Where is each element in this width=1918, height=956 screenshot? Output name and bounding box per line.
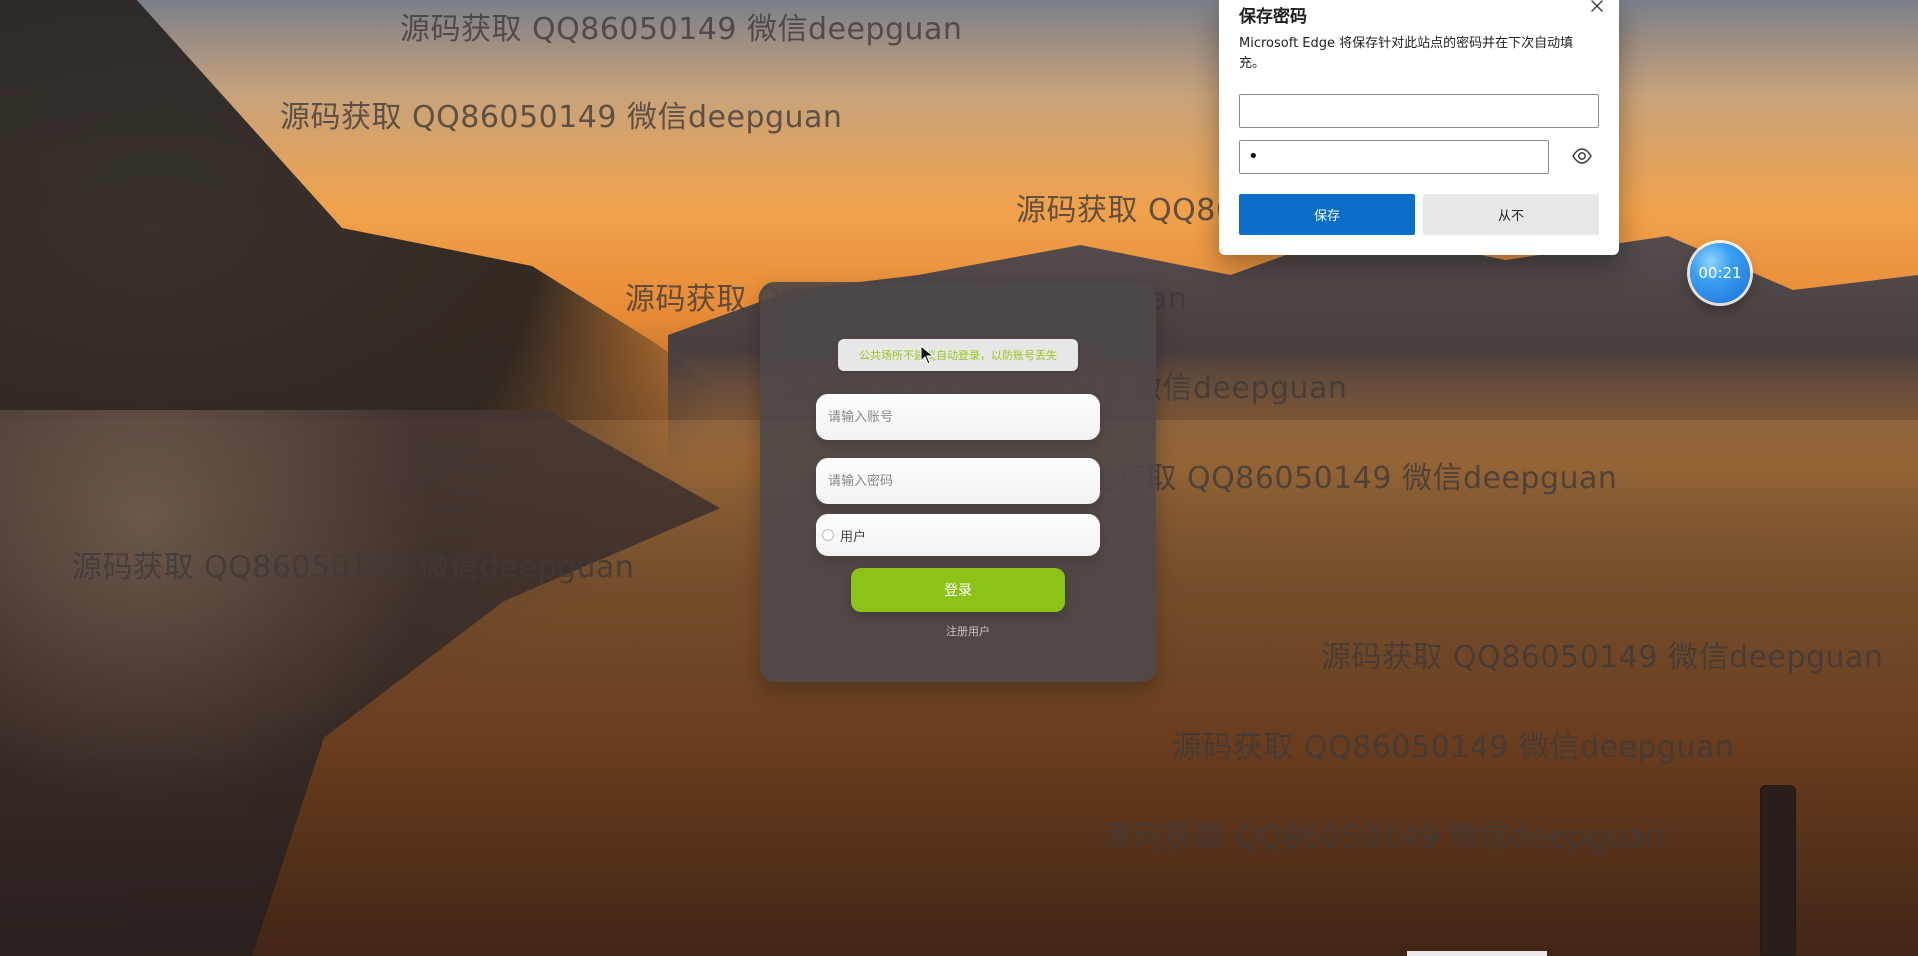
popup-never-label: 从不 [1497, 209, 1524, 224]
popup-save-label: 保存 [1313, 209, 1340, 224]
mouse-cursor-icon [920, 344, 936, 365]
popup-save-button[interactable]: 保存 [1239, 194, 1415, 235]
edge-save-password-popup: 保存密码 Microsoft Edge 将保存针对此站点的密码并在下次自动填充。… [1219, 0, 1619, 255]
login-button[interactable]: 登录 [851, 568, 1065, 612]
eye-icon[interactable] [1571, 145, 1593, 167]
auto-login-notice-text: 公共场所不建议自动登录，以防账号丢失 [859, 349, 1057, 362]
auto-login-notice: 公共场所不建议自动登录，以防账号丢失 [838, 339, 1078, 371]
popup-password-mask: • [1248, 146, 1259, 167]
login-button-label: 登录 [944, 583, 972, 599]
password-input[interactable] [826, 472, 1090, 490]
account-field[interactable] [816, 394, 1100, 440]
popup-username-field[interactable] [1239, 94, 1599, 128]
timer-text: 00:21 [1698, 264, 1742, 282]
popup-description: Microsoft Edge 将保存针对此站点的密码并在下次自动填充。 [1239, 36, 1574, 71]
role-selector[interactable]: 用户 [816, 514, 1100, 556]
role-radio-button[interactable] [822, 529, 834, 541]
register-link-label: 注册用户 [946, 625, 990, 638]
popup-title: 保存密码 [1239, 7, 1307, 27]
popup-never-button[interactable]: 从不 [1423, 194, 1599, 235]
bottom-bar [1407, 951, 1547, 956]
password-field[interactable] [816, 458, 1100, 504]
background-tower [1760, 785, 1796, 956]
role-label: 用户 [840, 529, 867, 545]
close-icon[interactable] [1585, 0, 1609, 18]
register-link[interactable]: 注册用户 [936, 623, 1000, 639]
timer-badge: 00:21 [1690, 243, 1750, 303]
popup-password-field[interactable]: • [1239, 140, 1549, 174]
account-input[interactable] [826, 408, 1090, 426]
